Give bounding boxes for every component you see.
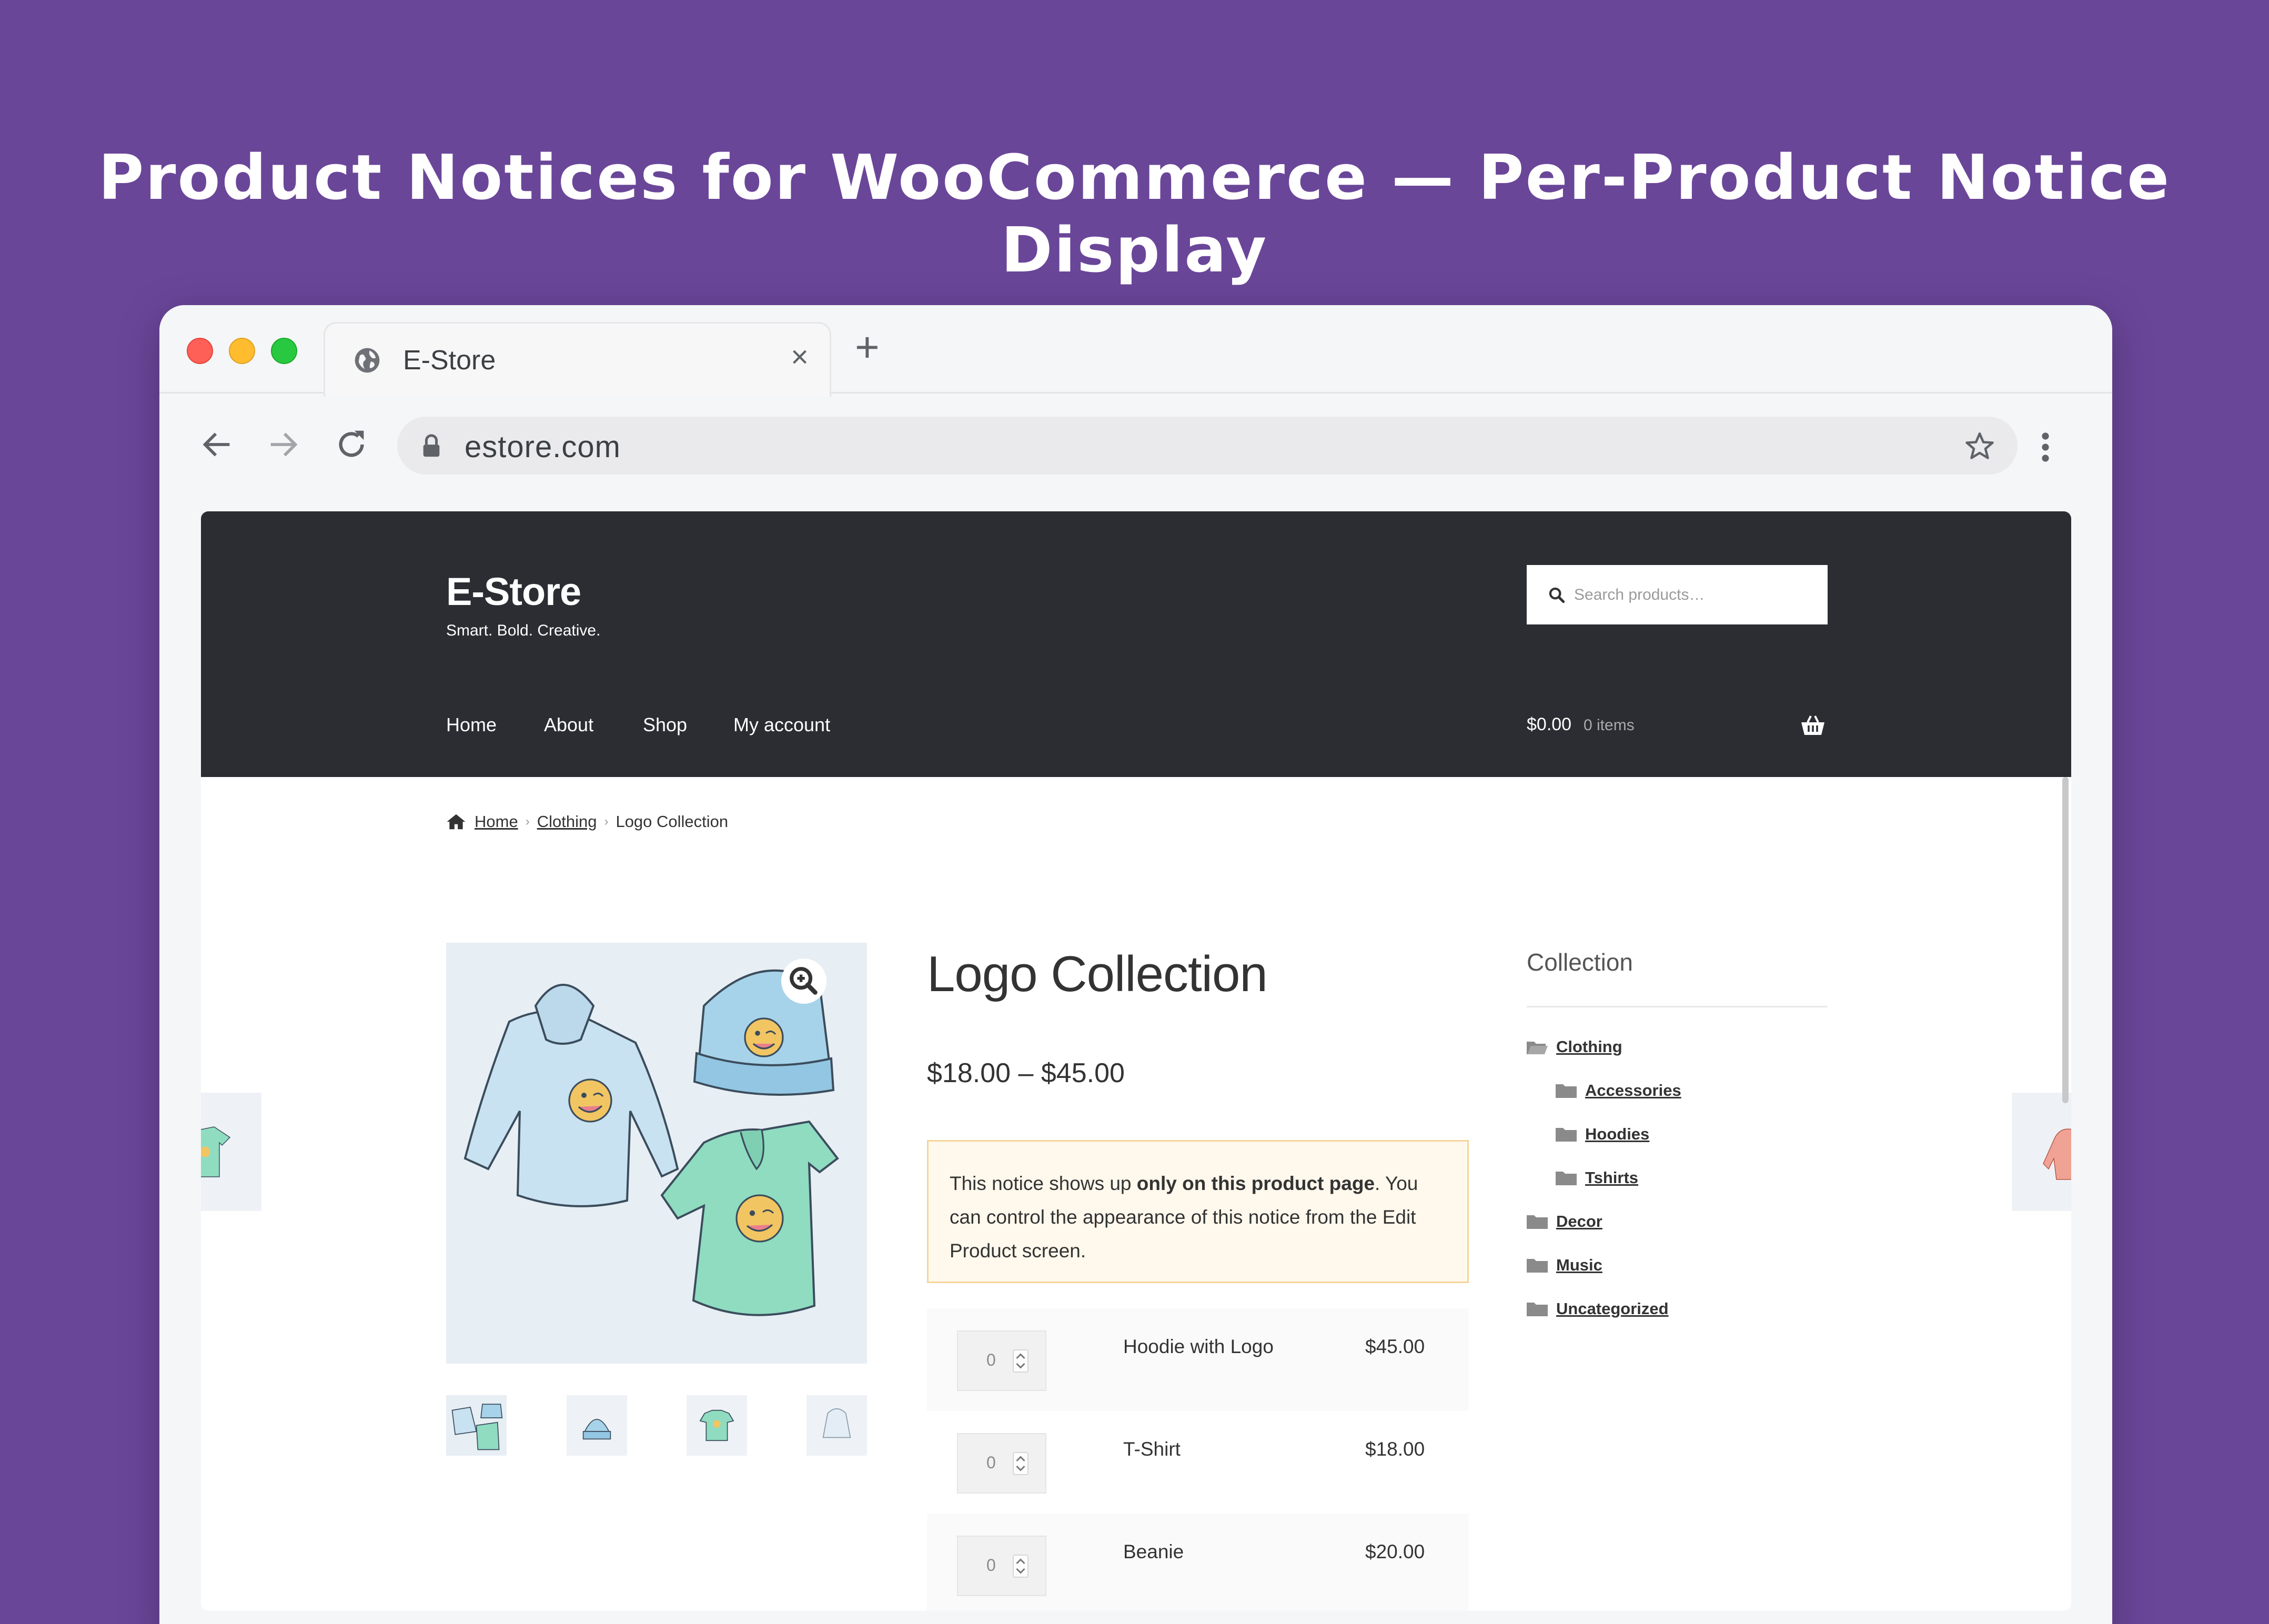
grouped-product-name[interactable]: T-Shirt [1123,1438,1181,1460]
product-notice: This notice shows up only on this produc… [927,1140,1469,1283]
site-tagline: Smart. Bold. Creative. [446,622,601,639]
scrollbar[interactable] [2062,777,2069,1103]
cart-total[interactable]: $0.00 [1527,714,1571,735]
category-label: Hoodies [1585,1125,1650,1143]
grouped-product-row: 0 Hoodie with Logo $45.00 [927,1308,1469,1411]
page-viewport: E-Store Smart. Bold. Creative. Home Abou… [201,511,2071,1611]
reload-icon[interactable] [333,426,370,463]
search-input[interactable] [1574,565,1816,624]
category-label: Uncategorized [1556,1299,1669,1318]
quantity-stepper[interactable]: 0 [957,1433,1046,1494]
new-tab-icon[interactable]: + [855,326,880,368]
spinner-arrows-icon[interactable] [1013,1555,1028,1578]
nav-item-home[interactable]: Home [446,714,497,736]
notice-emphasis: only on this product page [1136,1173,1375,1194]
grouped-product-row: 0 T-Shirt $18.00 [927,1411,1469,1514]
grouped-product-price: $45.00 [1365,1336,1425,1357]
product-title: Logo Collection [927,946,1268,1002]
category-label: Clothing [1556,1037,1622,1056]
category-uncategorized[interactable]: Uncategorized [1527,1299,1669,1318]
nav-item-my-account[interactable]: My account [733,714,830,736]
breadcrumb-clothing-link[interactable]: Clothing [537,812,597,831]
nav-item-about[interactable]: About [544,714,593,736]
grouped-product-price: $18.00 [1365,1438,1425,1460]
product-search [1527,565,1828,624]
home-icon [447,814,466,830]
folder-icon [1556,1128,1577,1142]
breadcrumb: Home › Clothing › Logo Collection [446,812,728,831]
banner-title: Product Notices for WooCommerce — Per-Pr… [98,141,2171,286]
quantity-stepper[interactable]: 0 [957,1330,1046,1391]
category-tshirts[interactable]: Tshirts [1556,1168,1638,1187]
breadcrumb-current: Logo Collection [616,812,729,831]
open-folder-icon [1527,1042,1548,1054]
tab-strip: E-Store × + [159,305,2112,397]
notice-text: This notice shows up [950,1173,1137,1194]
category-label: Music [1556,1256,1602,1274]
category-decor[interactable]: Decor [1527,1212,1602,1231]
browser-tab[interactable]: E-Store × [324,322,831,397]
spinner-arrows-icon[interactable] [1013,1349,1028,1373]
close-tab-icon[interactable]: × [791,339,809,375]
previous-product-link[interactable] [201,1093,261,1211]
next-product-link[interactable] [2012,1093,2071,1211]
site-header: E-Store Smart. Bold. Creative. Home Abou… [201,511,2071,777]
folder-icon [1527,1303,1548,1316]
thumbnail-collection[interactable] [446,1395,507,1456]
folder-icon [1527,1259,1548,1273]
address-bar[interactable]: estore.com [397,417,2018,475]
grouped-product-price: $20.00 [1365,1541,1425,1562]
maximize-window-button[interactable] [271,338,297,364]
quantity-value: 0 [986,1556,996,1575]
nav-item-shop[interactable]: Shop [643,714,687,736]
quantity-value: 0 [986,1350,996,1369]
grouped-product-name[interactable]: Hoodie with Logo [1123,1336,1274,1358]
tab-title: E-Store [403,345,496,376]
forward-arrow-icon[interactable] [265,426,301,463]
site-title[interactable]: E-Store [446,569,581,614]
category-hoodies[interactable]: Hoodies [1556,1125,1649,1144]
category-label: Decor [1556,1212,1602,1230]
browser-toolbar: estore.com [159,395,2112,497]
bookmark-star-icon[interactable] [1964,430,1995,462]
spinner-arrows-icon[interactable] [1013,1452,1028,1475]
folder-icon [1556,1084,1577,1098]
grouped-product-row: 0 Beanie $20.00 [927,1514,1469,1611]
category-accessories[interactable]: Accessories [1556,1081,1681,1100]
thumbnail-beanie[interactable] [567,1395,627,1456]
search-icon [1549,587,1565,603]
close-window-button[interactable] [187,338,213,364]
quantity-value: 0 [986,1453,996,1472]
breadcrumb-separator: › [525,814,530,829]
category-label: Accessories [1585,1081,1681,1100]
back-arrow-icon[interactable] [199,426,236,463]
quantity-stepper[interactable]: 0 [957,1536,1046,1596]
folder-icon [1556,1172,1577,1185]
folder-icon [1527,1215,1548,1229]
grouped-product-name[interactable]: Beanie [1123,1541,1184,1563]
minimize-window-button[interactable] [229,338,255,364]
divider [1527,1006,1828,1007]
category-label: Tshirts [1585,1168,1639,1187]
more-menu-icon[interactable] [2040,431,2051,463]
category-music[interactable]: Music [1527,1256,1602,1275]
breadcrumb-separator: › [604,814,609,829]
cart-item-count[interactable]: 0 items [1584,717,1635,734]
basket-icon[interactable] [1800,714,1826,737]
category-clothing[interactable]: Clothing [1527,1037,1622,1056]
product-image[interactable] [446,943,867,1364]
zoom-icon[interactable] [781,959,826,1004]
globe-icon [355,348,380,373]
sidebar-widget-title: Collection [1527,949,1633,976]
breadcrumb-home-link[interactable]: Home [475,812,518,831]
browser-window: E-Store × + estore.com E-Store Smart. Bo… [159,305,2112,1624]
thumbnail-tshirt[interactable] [687,1395,747,1456]
url-text: estore.com [465,430,621,464]
thumbnail-hoodie[interactable] [806,1395,867,1456]
product-price: $18.00 – $45.00 [927,1058,1125,1088]
lock-icon [423,434,440,457]
